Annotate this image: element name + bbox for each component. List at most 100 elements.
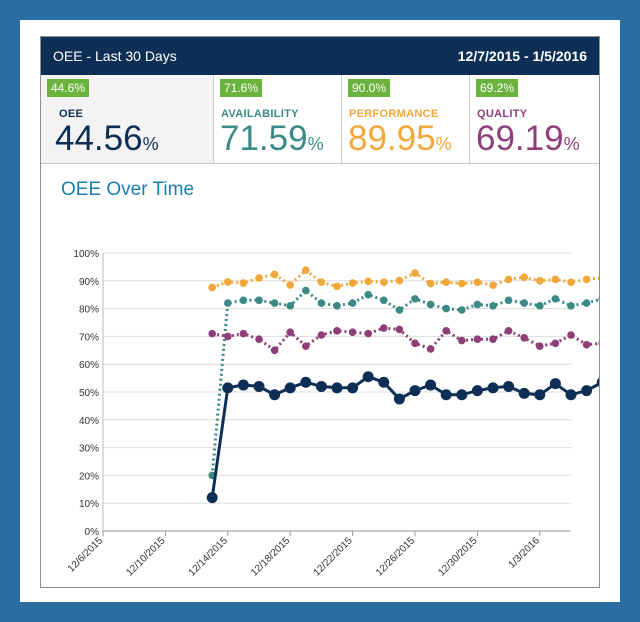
data-point-availability xyxy=(504,296,513,305)
metric-number: 89.95 xyxy=(348,119,436,158)
data-point-oee xyxy=(222,382,234,394)
metric-value: 69.19% xyxy=(476,119,580,164)
data-point-performance xyxy=(442,278,451,286)
data-point-quality xyxy=(551,339,560,348)
metric-number: 71.59 xyxy=(220,119,308,158)
card-header: OEE - Last 30 Days 12/7/2015 - 1/5/2016 xyxy=(41,37,599,75)
data-point-performance xyxy=(504,275,513,284)
data-point-oee xyxy=(440,389,452,401)
y-tick-label: 50% xyxy=(79,388,99,399)
data-point-quality xyxy=(442,327,451,335)
data-point-performance xyxy=(317,278,326,286)
data-point-oee xyxy=(487,382,499,394)
oee-card: OEE - Last 30 Days 12/7/2015 - 1/5/2016 … xyxy=(40,36,600,588)
metric-value: 71.59% xyxy=(220,119,324,164)
metric-unit: % xyxy=(142,134,159,154)
metrics-row: 44.6% OEE 44.56% 71.6% AVAILABILITY 71.5… xyxy=(41,75,599,164)
data-point-quality xyxy=(380,324,388,332)
card-title: OEE - Last 30 Days xyxy=(53,48,177,64)
data-point-performance xyxy=(239,279,248,287)
metric-unit: % xyxy=(435,134,452,154)
x-tick-label: 1/3/2016 xyxy=(507,535,543,571)
data-point-availability xyxy=(224,299,232,307)
data-point-oee xyxy=(206,492,218,504)
data-point-quality xyxy=(286,328,294,337)
data-point-quality xyxy=(489,335,497,343)
data-point-quality xyxy=(208,329,216,338)
y-tick-label: 10% xyxy=(79,499,99,510)
data-point-oee xyxy=(362,371,374,383)
metric-quality[interactable]: 69.2% QUALITY 69.19% xyxy=(470,75,599,163)
data-point-quality xyxy=(395,325,404,334)
data-point-availability xyxy=(333,302,341,310)
data-point-performance xyxy=(333,282,341,291)
data-point-oee xyxy=(471,385,483,397)
x-tick-label: 12/26/2015 xyxy=(374,535,417,578)
data-point-quality xyxy=(582,340,591,349)
data-point-oee xyxy=(284,382,296,394)
data-point-performance xyxy=(582,275,591,284)
data-point-quality xyxy=(302,342,310,350)
data-point-quality xyxy=(473,335,482,343)
data-point-performance xyxy=(473,278,482,286)
data-point-quality xyxy=(598,341,599,346)
y-tick-label: 20% xyxy=(79,471,99,482)
metric-value: 44.56% xyxy=(55,119,159,164)
x-tick-label: 12/14/2015 xyxy=(187,535,230,578)
data-point-oee xyxy=(393,393,405,405)
metric-unit: % xyxy=(563,134,580,154)
data-point-performance xyxy=(270,270,279,279)
oee-over-time-chart: 0%10%20%30%40%50%60%70%80%90%100%12/6/20… xyxy=(66,249,599,579)
data-point-oee xyxy=(518,387,530,399)
x-tick-label: 12/22/2015 xyxy=(312,535,355,578)
x-tick-label: 12/30/2015 xyxy=(436,535,479,578)
data-point-quality xyxy=(411,339,419,348)
metric-badge: 90.0% xyxy=(348,79,391,97)
data-point-performance xyxy=(551,275,560,284)
data-point-performance xyxy=(395,276,404,285)
data-point-oee xyxy=(253,380,265,392)
data-point-quality xyxy=(333,327,341,335)
metric-availability[interactable]: 71.6% AVAILABILITY 71.59% xyxy=(214,75,342,163)
data-point-oee xyxy=(425,379,437,391)
data-point-availability xyxy=(567,302,575,310)
data-point-availability xyxy=(380,296,388,305)
data-point-availability xyxy=(489,302,497,310)
data-point-oee xyxy=(456,389,468,401)
data-point-performance xyxy=(224,278,232,286)
data-point-performance xyxy=(567,278,575,286)
y-tick-label: 80% xyxy=(79,305,99,316)
data-point-quality xyxy=(348,328,357,337)
data-point-performance xyxy=(302,266,310,275)
data-point-availability xyxy=(317,299,326,307)
y-tick-label: 60% xyxy=(79,360,99,371)
y-tick-label: 40% xyxy=(79,416,99,427)
y-tick-label: 30% xyxy=(79,444,99,455)
data-point-availability xyxy=(442,304,451,313)
metric-value: 89.95% xyxy=(348,119,452,164)
metric-performance[interactable]: 90.0% PERFORMANCE 89.95% xyxy=(342,75,470,163)
data-point-availability xyxy=(239,296,248,305)
data-point-availability xyxy=(395,306,404,314)
data-point-quality xyxy=(458,336,466,345)
data-point-availability xyxy=(364,290,373,299)
data-point-oee xyxy=(300,376,312,388)
data-point-availability xyxy=(270,299,279,307)
data-point-quality xyxy=(364,329,373,338)
data-point-performance xyxy=(536,277,544,285)
data-point-performance xyxy=(489,281,497,290)
data-point-quality xyxy=(255,335,263,343)
data-point-oee xyxy=(237,379,249,391)
x-tick-label: 12/6/2015 xyxy=(66,535,106,575)
data-point-availability xyxy=(551,295,560,303)
data-point-oee xyxy=(409,385,421,397)
data-point-availability xyxy=(255,296,263,305)
data-point-quality xyxy=(317,331,326,339)
date-range[interactable]: 12/7/2015 - 1/5/2016 xyxy=(458,48,587,64)
data-point-oee xyxy=(378,376,390,388)
dashboard-panel: OEE - Last 30 Days 12/7/2015 - 1/5/2016 … xyxy=(20,20,620,602)
data-point-availability xyxy=(520,299,528,307)
metric-number: 69.19 xyxy=(476,119,564,158)
metric-oee[interactable]: 44.6% OEE 44.56% xyxy=(41,75,214,163)
data-point-availability xyxy=(598,296,599,301)
